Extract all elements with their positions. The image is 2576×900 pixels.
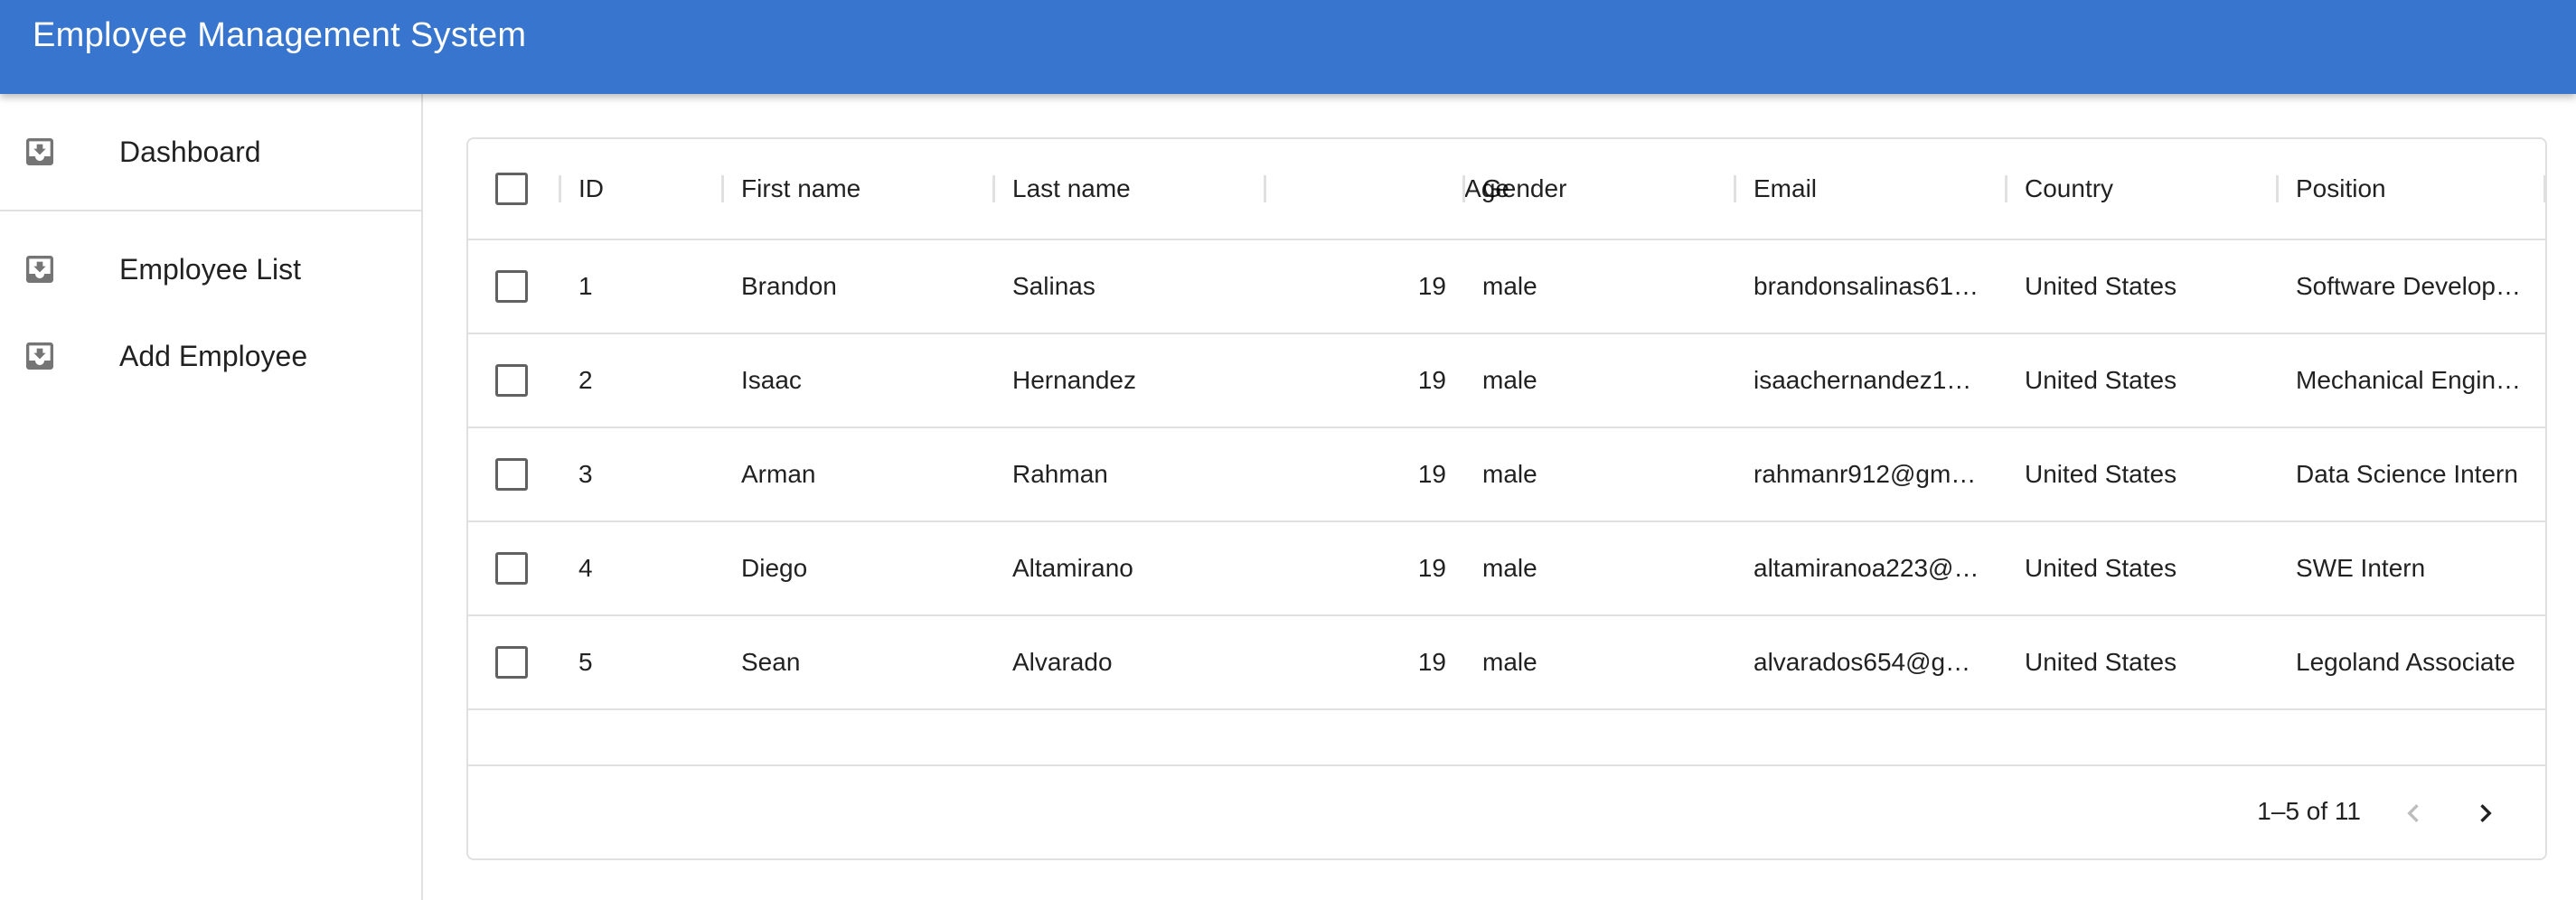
column-separator[interactable]	[2005, 175, 2007, 202]
cell-first-name: Isaac	[741, 366, 802, 394]
row-checkbox[interactable]	[495, 270, 528, 303]
cell-email: rahmanr912@gm…	[1753, 460, 1977, 488]
sidebar: Dashboard Employee List Add Employee	[0, 94, 423, 900]
column-header-age[interactable]: Age	[1265, 139, 1509, 239]
cell-age: 19	[1417, 366, 1446, 394]
column-header-email[interactable]: Email	[1753, 139, 1998, 239]
cell-gender: male	[1482, 272, 1537, 300]
cell-id: 2	[578, 366, 593, 394]
column-header-first-name[interactable]: First name	[741, 139, 985, 239]
column-header-last-name[interactable]: Last name	[1012, 139, 1256, 239]
sidebar-item-employee-list[interactable]: Employee List	[0, 226, 421, 313]
move-to-inbox-icon	[26, 342, 53, 370]
sidebar-item-label: Dashboard	[119, 135, 261, 168]
app-title: Employee Management System	[33, 16, 527, 54]
cell-first-name: Sean	[741, 648, 801, 676]
app-bar: Employee Management System	[0, 0, 2576, 94]
cell-age: 19	[1417, 648, 1446, 676]
column-separator[interactable]	[2276, 175, 2279, 202]
column-separator[interactable]	[2543, 175, 2545, 202]
pagination-info: 1–5 of 11	[2257, 797, 2361, 825]
cell-first-name: Arman	[741, 460, 816, 488]
cell-id: 3	[578, 460, 593, 488]
table-row[interactable]: 4 Diego Altamirano 19 male altamiranoa22…	[468, 522, 2545, 616]
cell-gender: male	[1482, 366, 1537, 394]
table-row[interactable]: 2 Isaac Hernandez 19 male isaachernandez…	[468, 334, 2545, 428]
select-all-checkbox[interactable]	[495, 173, 528, 205]
column-header-position[interactable]: Position	[2296, 139, 2540, 239]
cell-gender: male	[1482, 554, 1537, 582]
cell-country: United States	[2025, 460, 2177, 488]
sidebar-divider	[0, 210, 421, 211]
column-separator[interactable]	[992, 175, 995, 202]
column-header-country[interactable]: Country	[2025, 139, 2269, 239]
column-separator[interactable]	[721, 175, 724, 202]
next-page-button[interactable]	[2460, 788, 2511, 839]
previous-page-button[interactable]	[2388, 788, 2439, 839]
column-header-gender[interactable]: Gender	[1482, 139, 1726, 239]
chevron-right-icon	[2480, 804, 2492, 822]
row-checkbox[interactable]	[495, 458, 528, 491]
chevron-left-icon	[2407, 804, 2419, 822]
cell-country: United States	[2025, 554, 2177, 582]
cell-email: isaachernandez1…	[1753, 366, 1972, 394]
cell-email: alvarados654@g…	[1753, 648, 1971, 676]
column-separator[interactable]	[559, 175, 561, 202]
sidebar-item-add-employee[interactable]: Add Employee	[0, 313, 421, 399]
move-to-inbox-icon	[26, 256, 53, 283]
cell-position: Data Science Intern	[2296, 460, 2518, 488]
cell-last-name: Altamirano	[1012, 554, 1133, 582]
cell-id: 1	[578, 272, 593, 300]
cell-first-name: Diego	[741, 554, 808, 582]
grid-footer: 1–5 of 11	[468, 764, 2545, 858]
row-checkbox[interactable]	[495, 552, 528, 585]
sidebar-item-label: Add Employee	[119, 339, 308, 372]
table-row[interactable]: 3 Arman Rahman 19 male rahmanr912@gm… Un…	[468, 428, 2545, 522]
table-row[interactable]: 1 Brandon Salinas 19 male brandonsalinas…	[468, 240, 2545, 334]
cell-position: Legoland Associate	[2296, 648, 2515, 676]
cell-position: SWE Intern	[2296, 554, 2426, 582]
cell-age: 19	[1417, 554, 1446, 582]
cell-last-name: Rahman	[1012, 460, 1108, 488]
cell-last-name: Hernandez	[1012, 366, 1136, 394]
cell-age: 19	[1417, 272, 1446, 300]
cell-gender: male	[1482, 648, 1537, 676]
cell-id: 5	[578, 648, 593, 676]
cell-email: altamiranoa223@…	[1753, 554, 1979, 582]
cell-email: brandonsalinas61…	[1753, 272, 1979, 300]
sidebar-item-label: Employee List	[119, 252, 301, 286]
cell-country: United States	[2025, 648, 2177, 676]
cell-gender: male	[1482, 460, 1537, 488]
cell-country: United States	[2025, 366, 2177, 394]
column-separator[interactable]	[1462, 175, 1465, 202]
cell-country: United States	[2025, 272, 2177, 300]
cell-first-name: Brandon	[741, 272, 837, 300]
cell-id: 4	[578, 554, 593, 582]
table-header: ID First name Last name Age Gender Email…	[468, 139, 2545, 240]
cell-last-name: Alvarado	[1012, 648, 1113, 676]
column-header-id[interactable]: ID	[578, 139, 714, 239]
cell-last-name: Salinas	[1012, 272, 1095, 300]
employee-data-grid: ID First name Last name Age Gender Email…	[466, 137, 2547, 860]
cell-position: Software Develop…	[2296, 272, 2522, 300]
move-to-inbox-icon	[26, 138, 53, 165]
table-row[interactable]: 5 Sean Alvarado 19 male alvarados654@g… …	[468, 616, 2545, 710]
sidebar-item-dashboard[interactable]: Dashboard	[0, 108, 421, 195]
row-checkbox[interactable]	[495, 646, 528, 679]
column-separator[interactable]	[1734, 175, 1736, 202]
cell-age: 19	[1417, 460, 1446, 488]
cell-position: Mechanical Engin…	[2296, 366, 2522, 394]
row-checkbox[interactable]	[495, 364, 528, 397]
